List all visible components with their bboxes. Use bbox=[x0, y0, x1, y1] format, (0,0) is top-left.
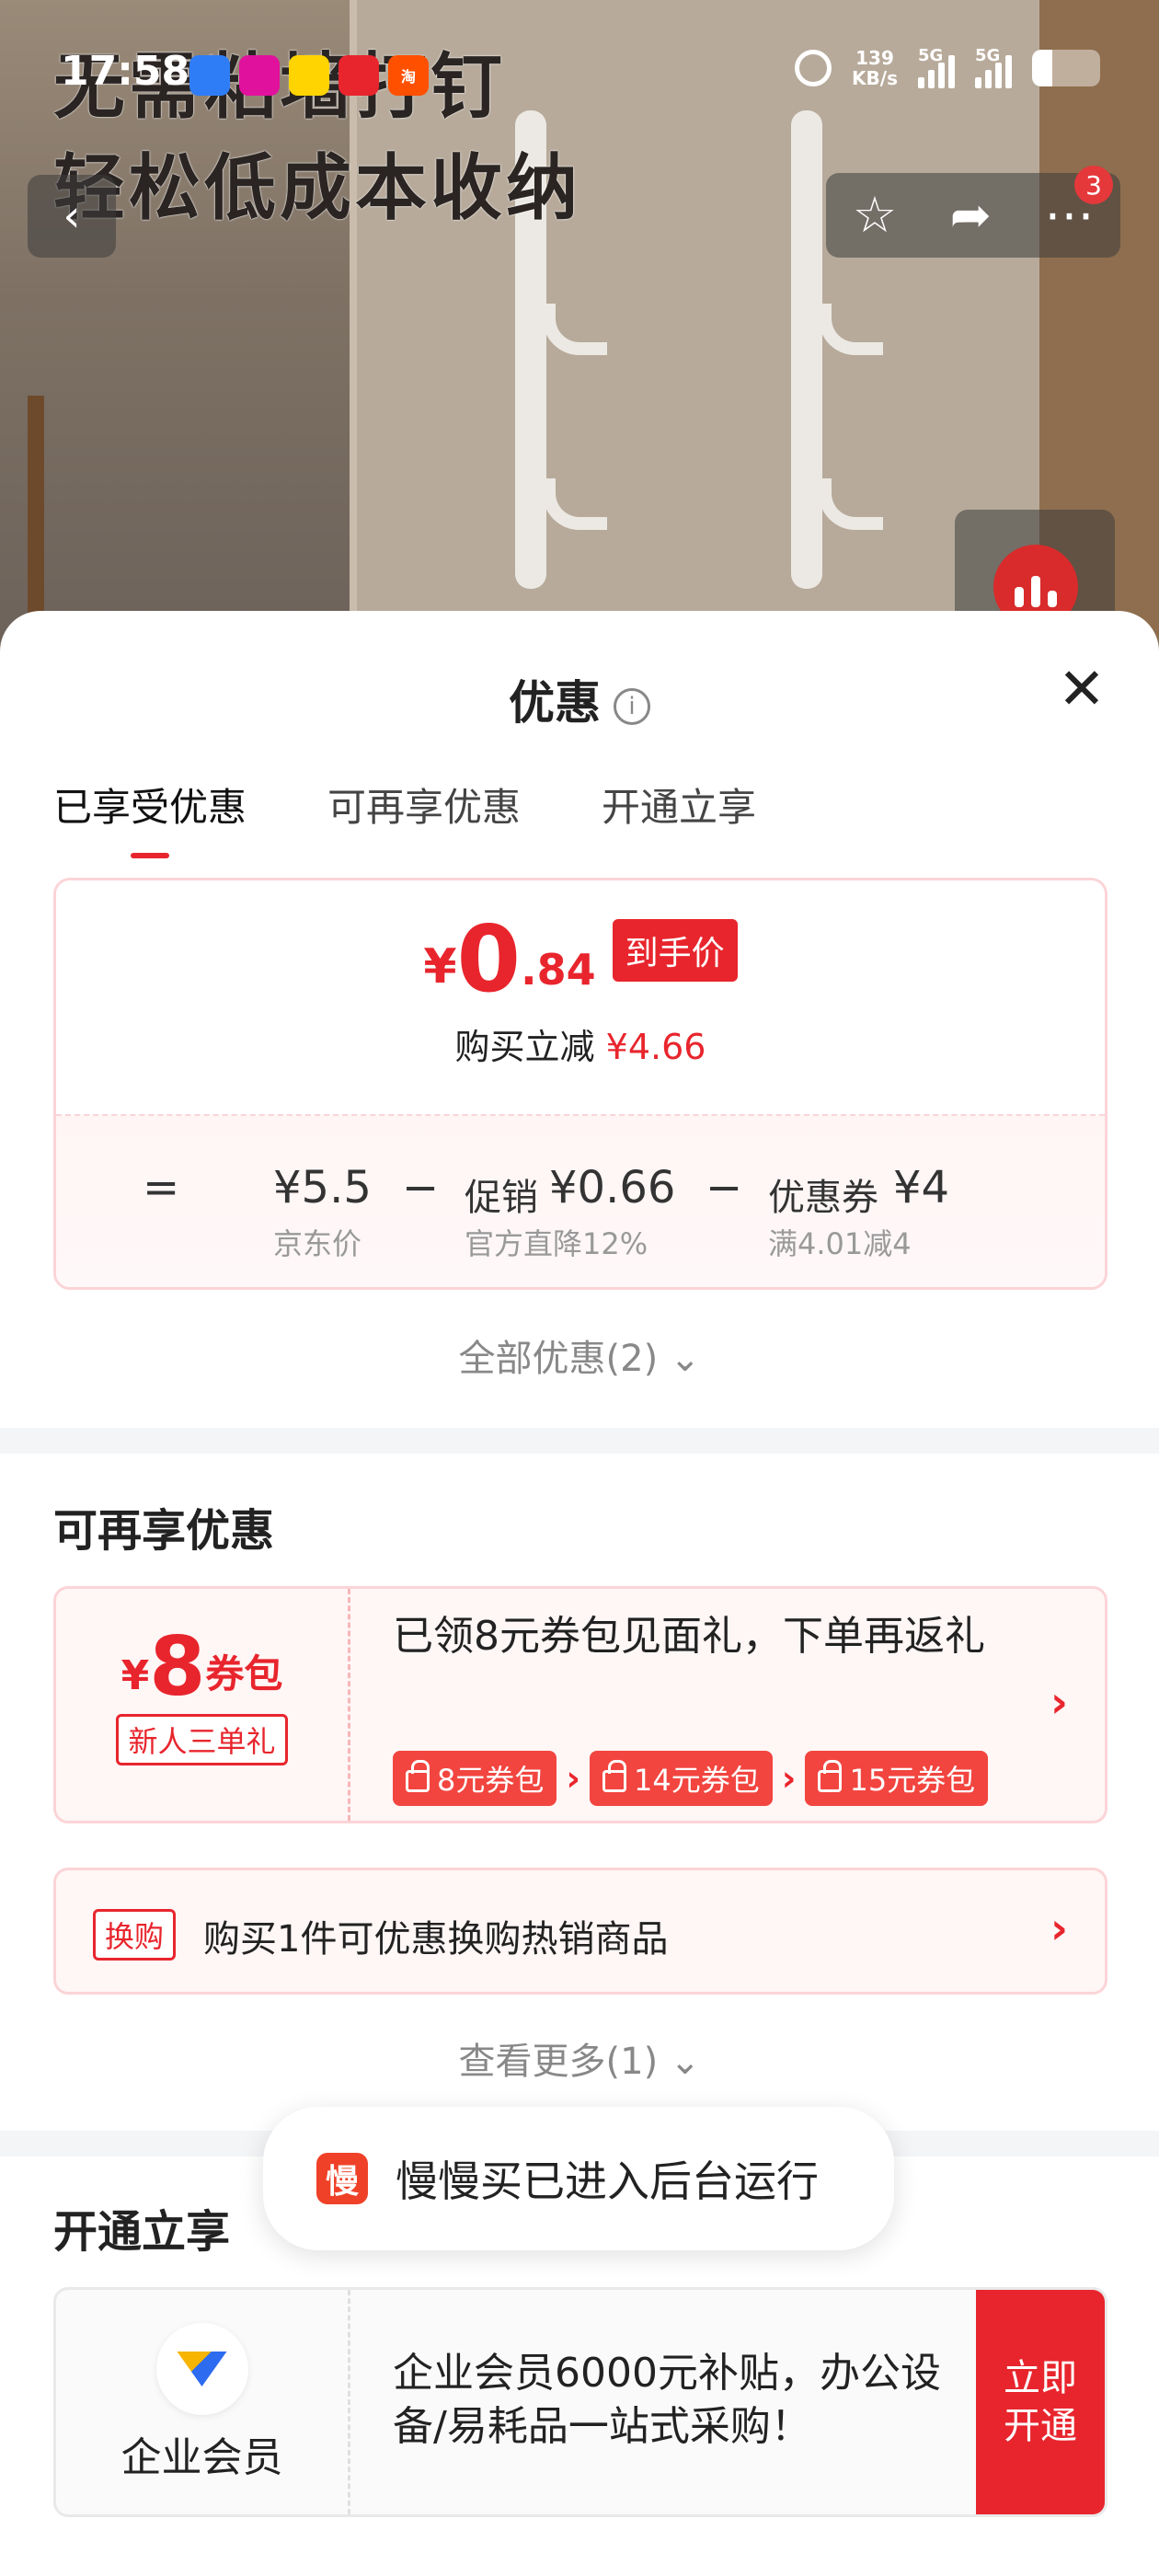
minus-sign: − bbox=[402, 1162, 440, 1213]
net-speed-unit: KB/s bbox=[852, 67, 898, 89]
price-formula: = ¥5.5 京东价 − 促销 ¥0.66 官方直降12% − 优惠券 ¥4 满… bbox=[56, 1114, 1105, 1287]
star-icon[interactable]: ☆ bbox=[853, 190, 897, 240]
notification-badge: 3 bbox=[1074, 166, 1113, 204]
coupon-amount-block: ¥ 8 券包 新人三单礼 bbox=[56, 1589, 350, 1821]
member-name: 企业会员 bbox=[120, 2434, 283, 2481]
coupon-chip-label: 14元券包 bbox=[634, 1763, 760, 1798]
chevron-down-icon: ⌄ bbox=[669, 1338, 701, 1380]
instant-cut-label: 购买立减 bbox=[454, 1027, 595, 1067]
chevron-right-icon: › bbox=[1050, 1677, 1068, 1727]
signal-label: 5G bbox=[975, 46, 1001, 65]
toast-text: 慢慢买已进入后台运行 bbox=[396, 2156, 819, 2206]
jd-price: ¥5.5 bbox=[273, 1162, 372, 1213]
minus-sign: − bbox=[706, 1162, 743, 1213]
status-right: 139 KB/s 5G 5G bbox=[795, 46, 1100, 88]
tab-enjoyed[interactable]: 已享受优惠 bbox=[53, 776, 247, 858]
lock-icon bbox=[406, 1760, 430, 1792]
coupon-subtitle: 新人三单礼 bbox=[116, 1714, 288, 1765]
top-action-bar: ☆ ➦ ⋯ 3 bbox=[826, 166, 1120, 258]
signal-icon: 5G bbox=[975, 46, 1012, 88]
yellow-app-icon bbox=[289, 55, 329, 96]
section-title-more: 可再享优惠 bbox=[53, 1505, 275, 1557]
sheet-title: 优惠 i bbox=[0, 666, 1159, 732]
clock: 17:58 bbox=[61, 48, 190, 95]
final-price-tag: 到手价 bbox=[612, 919, 738, 982]
hook-rail bbox=[791, 110, 822, 589]
coupon-currency: ¥ bbox=[120, 1652, 150, 1699]
chevron-right-icon: › bbox=[566, 1758, 581, 1799]
close-icon[interactable]: ✕ bbox=[1058, 661, 1106, 718]
tab-open-now[interactable]: 开通立享 bbox=[602, 776, 756, 833]
sheet-title-text: 优惠 bbox=[509, 676, 601, 730]
coupon-chip[interactable]: 14元券包 bbox=[590, 1751, 773, 1806]
lock-icon bbox=[602, 1760, 627, 1792]
coupon-chips: 8元券包 › 14元券包 › 15元券包 bbox=[393, 1751, 989, 1806]
taobao-icon: 淘 bbox=[388, 55, 429, 96]
trade-in-tag: 换购 bbox=[93, 1909, 177, 1961]
section-title-open: 开通立享 bbox=[53, 2206, 231, 2258]
see-more-toggle[interactable]: 查看更多(1) ⌄ bbox=[0, 2031, 1159, 2085]
pink-app-icon bbox=[239, 55, 280, 96]
coupon-label: 优惠券 bbox=[768, 1177, 878, 1219]
battery-icon bbox=[1032, 50, 1100, 86]
coupon-sub: 满4.01减4 bbox=[768, 1226, 912, 1261]
trade-in-text: 购买1件可优惠换购热销商品 bbox=[203, 1918, 669, 1961]
net-speed: 139 KB/s bbox=[852, 48, 898, 88]
coupon-chip-label: 15元券包 bbox=[849, 1763, 976, 1798]
back-button[interactable]: ‹ bbox=[28, 175, 116, 258]
promo-label: 促销 bbox=[465, 1177, 538, 1219]
discount-tabs: 已享受优惠 可再享优惠 开通立享 bbox=[53, 776, 756, 858]
price-decimal: .84 bbox=[521, 945, 596, 995]
member-description: 企业会员6000元补贴，办公设备/易耗品一站式采购！ bbox=[393, 2350, 941, 2450]
see-more-label: 查看更多(1) bbox=[458, 2041, 659, 2083]
chevron-left-icon: ‹ bbox=[63, 190, 81, 242]
coupon-chip-label: 8元券包 bbox=[437, 1763, 545, 1798]
chevron-right-icon: › bbox=[781, 1758, 797, 1799]
enterprise-logo-icon bbox=[155, 2323, 248, 2415]
final-price: ¥ 0 .84 到手价 bbox=[56, 914, 1105, 1006]
alarm-icon bbox=[795, 50, 832, 86]
section-divider bbox=[0, 1428, 1159, 1454]
open-now-button[interactable]: 立即开通 bbox=[976, 2290, 1105, 2514]
lock-icon bbox=[818, 1760, 843, 1792]
all-offers-toggle[interactable]: 全部优惠(2) ⌄ bbox=[0, 1328, 1159, 1382]
currency-symbol: ¥ bbox=[423, 939, 457, 995]
equals-sign: = bbox=[143, 1162, 180, 1213]
coupon-chip[interactable]: 8元券包 bbox=[393, 1751, 557, 1806]
price-integer: 0 bbox=[456, 905, 522, 1013]
net-speed-value: 139 bbox=[855, 47, 894, 69]
member-logo-block: 企业会员 bbox=[56, 2290, 350, 2514]
info-icon[interactable]: i bbox=[614, 687, 650, 725]
signal-label: 5G bbox=[918, 46, 944, 65]
promo-sub: 官方直降12% bbox=[465, 1226, 648, 1261]
coupon-value: ¥4 bbox=[893, 1162, 950, 1213]
final-price-area: ¥ 0 .84 到手价 购买立减 ¥4.66 bbox=[56, 880, 1105, 1114]
coupon-description: 已领8元券包见面礼，下单再返礼 bbox=[393, 1613, 985, 1660]
coupon-pack-card[interactable]: ¥ 8 券包 新人三单礼 已领8元券包见面礼，下单再返礼 8元券包 › 14元券… bbox=[53, 1586, 1107, 1823]
instant-cut: 购买立减 ¥4.66 bbox=[56, 1018, 1105, 1069]
coupon-amount: ¥ 8 券包 bbox=[56, 1619, 348, 1714]
enterprise-member-card[interactable]: 企业会员 企业会员6000元补贴，办公设备/易耗品一站式采购！ 立即开通 bbox=[53, 2287, 1107, 2517]
chevron-down-icon: ⌄ bbox=[669, 2041, 701, 2083]
notification-apps: 淘 bbox=[189, 55, 429, 96]
coupon-number: 8 bbox=[149, 1619, 206, 1714]
signal-icon: 5G bbox=[918, 46, 955, 88]
jd-price-label: 京东价 bbox=[273, 1226, 362, 1261]
chevron-right-icon: › bbox=[1050, 1903, 1068, 1953]
promo-value: ¥0.66 bbox=[549, 1162, 676, 1213]
red-app-icon bbox=[339, 55, 379, 96]
manmanmai-app-icon: 慢 bbox=[316, 2153, 368, 2204]
background-running-toast: 慢 慢慢买已进入后台运行 bbox=[263, 2107, 894, 2250]
coupon-unit: 券包 bbox=[205, 1651, 283, 1696]
tab-more-discounts[interactable]: 可再享优惠 bbox=[327, 776, 521, 833]
share-icon[interactable]: ➦ bbox=[950, 190, 992, 240]
price-breakdown-card: ¥ 0 .84 到手价 购买立减 ¥4.66 = ¥5.5 京东价 − 促销 ¥… bbox=[53, 878, 1107, 1290]
status-bar: 17:58 淘 139 KB/s 5G 5G bbox=[0, 0, 1159, 156]
trade-in-card[interactable]: 换购 购买1件可优惠换购热销商品 › bbox=[53, 1868, 1107, 1995]
discount-sheet: 优惠 i ✕ 已享受优惠 可再享优惠 开通立享 ¥ 0 .84 到手价 购买立减 … bbox=[0, 611, 1159, 2576]
blue-app-icon bbox=[189, 55, 230, 96]
all-offers-label: 全部优惠(2) bbox=[458, 1338, 659, 1380]
coupon-chip[interactable]: 15元券包 bbox=[805, 1751, 989, 1806]
instant-cut-value: ¥4.66 bbox=[605, 1027, 706, 1067]
